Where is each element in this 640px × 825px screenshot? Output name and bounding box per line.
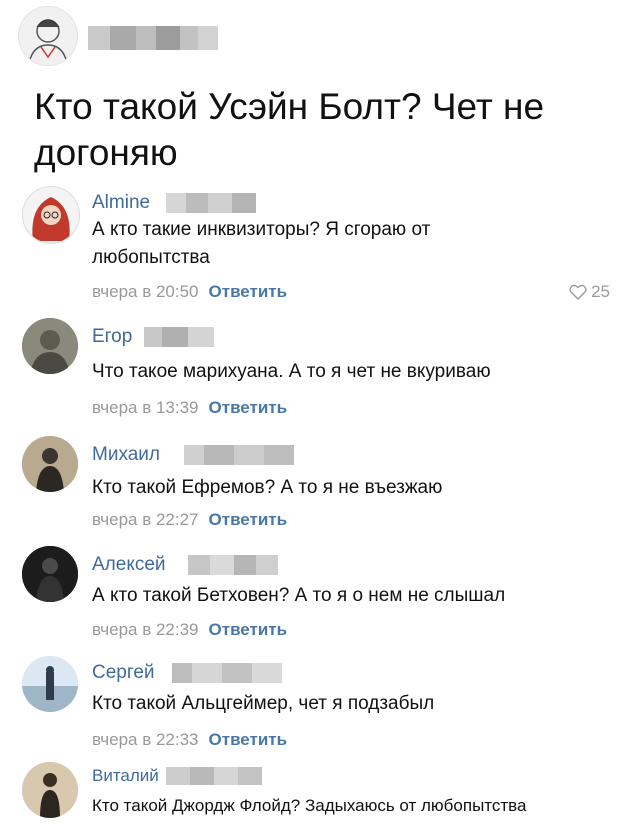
comment-time: вчера в 22:27 bbox=[92, 510, 199, 529]
commenter-name[interactable]: Виталий bbox=[92, 766, 159, 786]
comment: Михаил Кто такой Ефремов? А то я не въез… bbox=[0, 436, 640, 536]
avatar-photo-icon bbox=[22, 656, 78, 712]
like-count: 25 bbox=[591, 282, 610, 301]
comment-meta: вчера в 22:33 Ответить bbox=[92, 730, 287, 750]
comment-text: Кто такой Альцгеймер, чет я подзабыл bbox=[92, 693, 435, 714]
commenter-avatar[interactable] bbox=[22, 546, 78, 602]
commenter-name[interactable]: Алексей bbox=[92, 554, 166, 576]
comment: Алексей А кто такой Бетховен? А то я о н… bbox=[0, 546, 640, 646]
commenter-name[interactable]: Михаил bbox=[92, 444, 160, 466]
commenter-avatar[interactable] bbox=[22, 762, 78, 818]
reply-button[interactable]: Ответить bbox=[209, 282, 288, 301]
avatar-photo-icon bbox=[22, 436, 78, 492]
avatar-redhair-icon bbox=[32, 197, 70, 241]
commenter-avatar[interactable] bbox=[22, 656, 78, 712]
reply-button[interactable]: Ответить bbox=[209, 510, 288, 529]
commenter-avatar[interactable] bbox=[22, 436, 78, 492]
comment-time: вчера в 13:39 bbox=[92, 398, 199, 417]
surname-redacted bbox=[144, 327, 214, 347]
reply-button[interactable]: Ответить bbox=[209, 398, 288, 417]
commenter-name[interactable]: Almine bbox=[92, 192, 150, 214]
avatar-photo-icon bbox=[22, 546, 78, 602]
reply-button[interactable]: Ответить bbox=[209, 730, 288, 749]
surname-redacted bbox=[166, 193, 256, 213]
comment-meta: вчера в 22:39 Ответить bbox=[92, 620, 287, 640]
comment-text: А кто такие инквизиторы? Я сгораю от люб… bbox=[92, 219, 431, 268]
surname-redacted bbox=[166, 767, 262, 785]
comment: Егор Что такое марихуана. А то я чет не … bbox=[0, 318, 640, 418]
surname-redacted bbox=[188, 555, 278, 575]
avatar-sketch-icon bbox=[28, 19, 68, 64]
avatar-photo-icon bbox=[22, 318, 78, 374]
comment-time: вчера в 20:50 bbox=[92, 282, 199, 301]
post-header bbox=[18, 6, 618, 66]
heart-outline-icon bbox=[569, 284, 587, 300]
comment-text: Кто такой Ефремов? А то я не въезжаю bbox=[92, 477, 443, 498]
comment-time: вчера в 22:33 bbox=[92, 730, 199, 749]
commenter-avatar[interactable] bbox=[22, 186, 80, 244]
comment: Almine А кто такие инквизиторы? Я сгораю… bbox=[0, 186, 640, 306]
surname-redacted bbox=[172, 663, 282, 683]
commenter-avatar[interactable] bbox=[22, 318, 78, 374]
comment-meta: вчера в 20:50 Ответить bbox=[92, 282, 287, 302]
commenter-name[interactable]: Сергей bbox=[92, 662, 155, 684]
author-name-redacted bbox=[88, 26, 218, 50]
comment-text: Что такое марихуана. А то я чет не вкури… bbox=[92, 361, 491, 382]
author-avatar[interactable] bbox=[18, 6, 78, 66]
comment-text: А кто такой Бетховен? А то я о нем не сл… bbox=[92, 585, 506, 606]
comment-meta: вчера в 22:27 Ответить bbox=[92, 510, 287, 530]
comment: Сергей Кто такой Альцгеймер, чет я подза… bbox=[0, 656, 640, 756]
like-button[interactable]: 25 bbox=[569, 282, 610, 302]
surname-redacted bbox=[184, 445, 294, 465]
comment-time: вчера в 22:39 bbox=[92, 620, 199, 639]
comment: Виталий Кто такой Джордж Флойд? Задыхаюс… bbox=[0, 762, 640, 825]
comment-meta: вчера в 13:39 Ответить bbox=[92, 398, 287, 418]
commenter-name[interactable]: Егор bbox=[92, 326, 132, 348]
reply-button[interactable]: Ответить bbox=[209, 620, 288, 639]
avatar-photo-icon bbox=[22, 762, 78, 818]
post-text: Кто такой Усэйн Болт? Чет не догоняю bbox=[34, 86, 545, 173]
comment-text: Кто такой Джордж Флойд? Задыхаюсь от люб… bbox=[92, 796, 527, 815]
